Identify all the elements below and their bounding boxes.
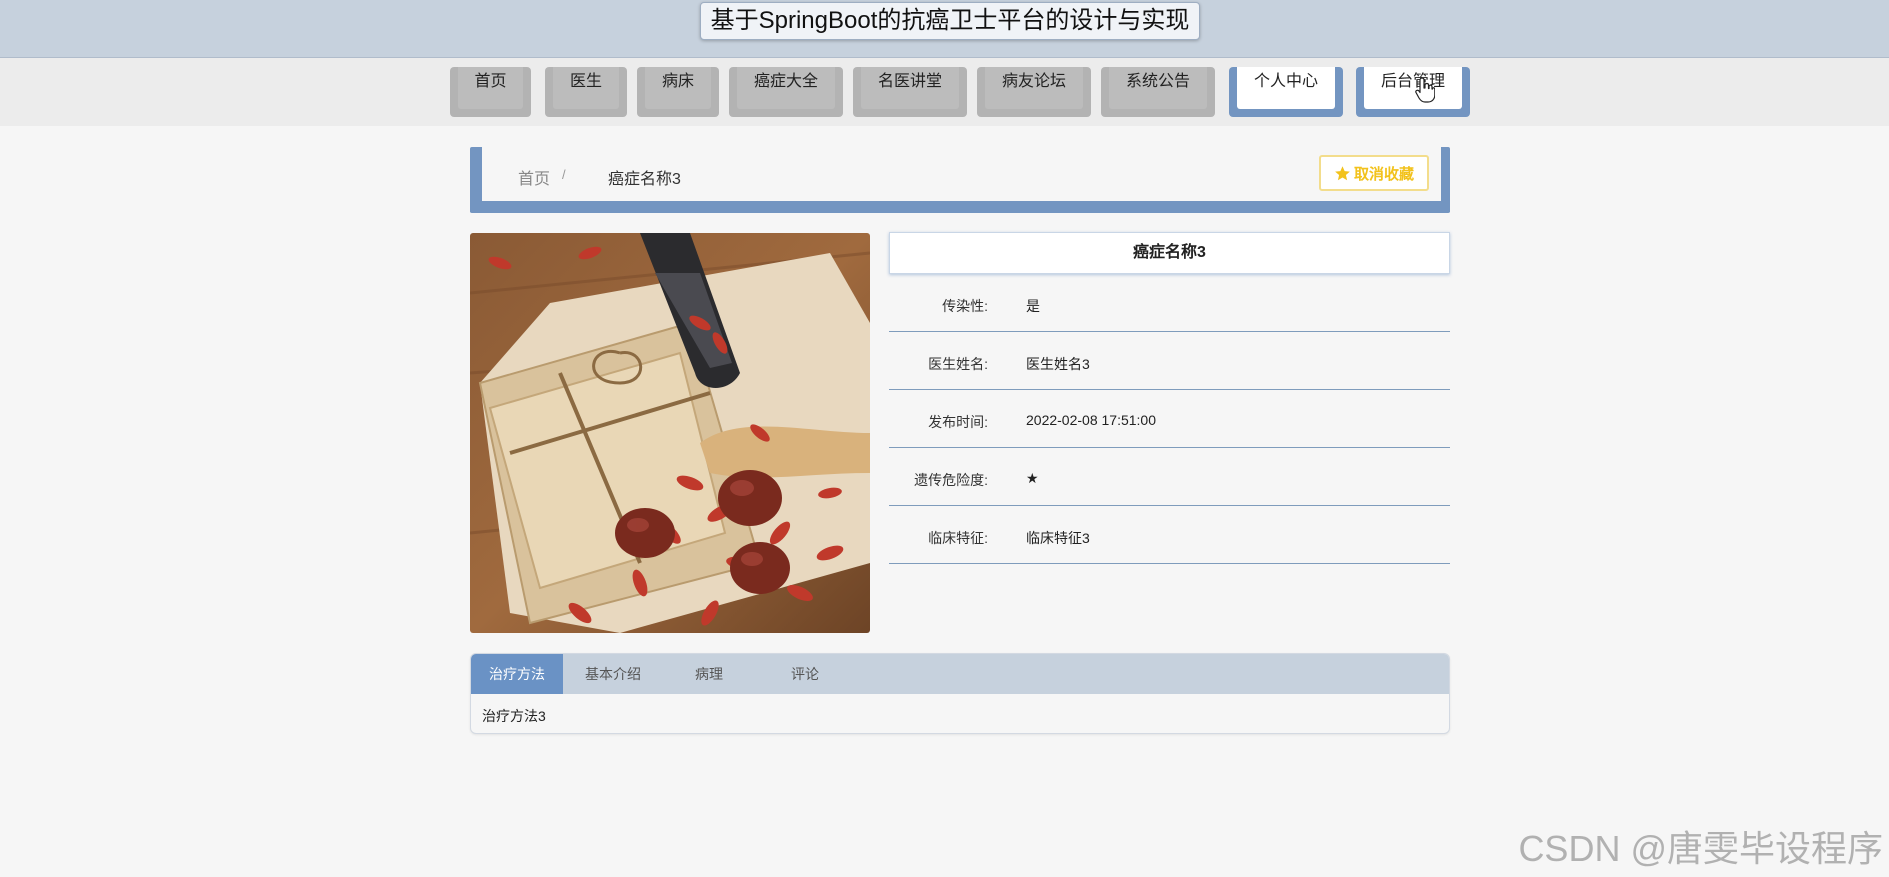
nav-item-label: 后台管理 <box>1364 67 1462 109</box>
nav-item-label: 病友论坛 <box>985 67 1083 109</box>
nav-item-doctors[interactable]: 医生 <box>545 67 627 117</box>
detail-label: 传染性: <box>942 298 988 314</box>
site-title: 基于SpringBoot的抗癌卫士平台的设计与实现 <box>700 2 1200 40</box>
watermark: CSDN @唐雯毕设程序 <box>1518 828 1883 869</box>
nav-item-home[interactable]: 首页 <box>450 67 531 117</box>
nav-item-patient-forum[interactable]: 病友论坛 <box>977 67 1091 117</box>
detail-row-publish-time: 发布时间: 2022-02-08 17:51:00 <box>889 390 1450 448</box>
unfavorite-label: 取消收藏 <box>1353 165 1414 183</box>
main-nav: 首页 医生 病床 癌症大全 名医讲堂 病友论坛 系统公告 个人中心 后台管理 <box>0 58 1889 126</box>
tab-bar: 治疗方法 基本介绍 病理 评论 <box>471 654 1449 694</box>
nav-item-announcements[interactable]: 系统公告 <box>1101 67 1215 117</box>
nav-item-label: 系统公告 <box>1109 67 1207 109</box>
cancer-image <box>470 233 870 633</box>
detail-value: 是 <box>1026 298 1040 314</box>
star-icon <box>1335 165 1350 180</box>
nav-item-label: 癌症大全 <box>737 67 835 109</box>
nav-item-label: 医生 <box>553 67 619 109</box>
nav-item-admin[interactable]: 后台管理 <box>1356 67 1470 117</box>
nav-item-label: 首页 <box>458 67 523 109</box>
unfavorite-button[interactable]: 取消收藏 <box>1319 155 1429 191</box>
detail-row-clinical-features: 临床特征: 临床特征3 <box>889 506 1450 564</box>
tab-introduction[interactable]: 基本介绍 <box>563 654 663 694</box>
rating-stars: ★ <box>1026 470 1039 486</box>
tab-comments[interactable]: 评论 <box>755 654 855 694</box>
detail-row-genetic-risk: 遗传危险度: ★ <box>889 448 1450 506</box>
nav-item-expert-lectures[interactable]: 名医讲堂 <box>853 67 967 117</box>
detail-value: 医生姓名3 <box>1026 356 1090 372</box>
detail-value: 临床特征3 <box>1026 530 1090 546</box>
nav-item-label: 名医讲堂 <box>861 67 959 109</box>
breadcrumb-separator: / <box>562 167 566 182</box>
detail-tabs: 治疗方法 基本介绍 病理 评论 治疗方法3 <box>470 653 1450 734</box>
tab-treatment[interactable]: 治疗方法 <box>471 654 563 694</box>
breadcrumb: 首页 / 癌症名称3 取消收藏 <box>470 147 1450 213</box>
detail-value: 2022-02-08 17:51:00 <box>1026 412 1156 428</box>
site-header: 基于SpringBoot的抗癌卫士平台的设计与实现 <box>0 0 1889 58</box>
nav-item-beds[interactable]: 病床 <box>637 67 719 117</box>
detail-row-contagious: 传染性: 是 <box>889 274 1450 332</box>
detail-label: 遗传危险度: <box>914 472 988 488</box>
cancer-detail-panel: 癌症名称3 传染性: 是 医生姓名: 医生姓名3 发布时间: 2022-02-0… <box>889 232 1450 564</box>
nav-item-label: 病床 <box>645 67 711 109</box>
detail-label: 临床特征: <box>928 530 988 546</box>
nav-item-cancer-encyclopedia[interactable]: 癌症大全 <box>729 67 843 117</box>
breadcrumb-current: 癌症名称3 <box>608 171 681 188</box>
tab-pathology[interactable]: 病理 <box>663 654 755 694</box>
breadcrumb-home-link[interactable]: 首页 <box>518 165 550 189</box>
nav-item-personal-center[interactable]: 个人中心 <box>1229 67 1343 117</box>
tab-content: 治疗方法3 <box>482 708 546 724</box>
nav-item-label: 个人中心 <box>1237 67 1335 109</box>
detail-label: 医生姓名: <box>928 356 988 372</box>
detail-title: 癌症名称3 <box>889 232 1450 274</box>
detail-label: 发布时间: <box>928 414 988 430</box>
detail-row-doctor-name: 医生姓名: 医生姓名3 <box>889 332 1450 390</box>
herbal-medicine-photo <box>470 233 870 633</box>
hand-cursor-icon <box>1415 77 1435 103</box>
